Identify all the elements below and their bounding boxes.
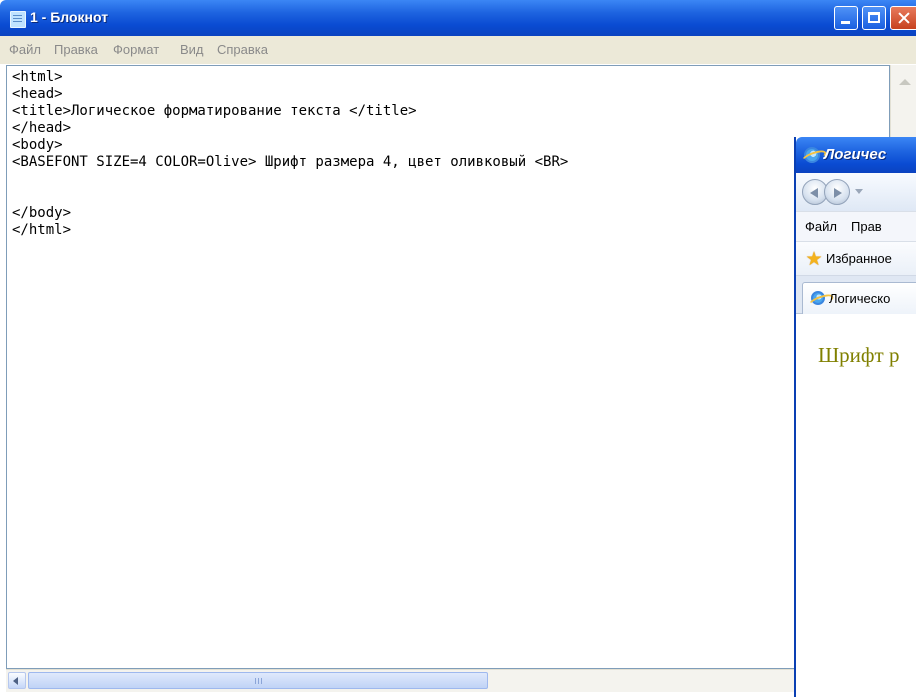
notepad-icon <box>10 11 26 28</box>
browser-window: Логичес Файл Прав ★ Избранное Логическо … <box>794 137 916 697</box>
browser-tab-label: Логическо <box>829 291 891 306</box>
menu-view[interactable]: Вид <box>180 42 204 57</box>
menu-help[interactable]: Справка <box>217 42 268 57</box>
maximize-button[interactable] <box>862 6 886 30</box>
browser-page-content: Шрифт р <box>796 314 916 697</box>
document-text[interactable]: <html> <head> <title>Логическое форматир… <box>12 69 568 239</box>
close-button[interactable] <box>890 6 916 30</box>
browser-menu-edit[interactable]: Прав <box>851 219 882 234</box>
window-title: 1 - Блокнот <box>30 9 109 25</box>
browser-tab-bar: Логическо <box>796 276 916 314</box>
browser-title-bar[interactable]: Логичес <box>796 137 916 173</box>
notepad-text-area[interactable]: <html> <head> <title>Логическое форматир… <box>6 65 890 669</box>
internet-explorer-icon <box>804 147 820 163</box>
menu-format[interactable]: Формат <box>113 42 159 57</box>
scroll-left-button[interactable] <box>8 672 26 689</box>
notepad-menu-bar: Файл Правка Формат Вид Справка <box>0 36 916 64</box>
horizontal-scrollbar[interactable] <box>6 669 794 692</box>
forward-button[interactable] <box>824 179 850 205</box>
chevron-down-icon[interactable] <box>855 189 863 194</box>
star-icon[interactable]: ★ <box>804 249 824 269</box>
browser-menu-file[interactable]: Файл <box>805 219 837 234</box>
favorites-button[interactable]: Избранное <box>826 251 892 266</box>
minimize-button[interactable] <box>834 6 858 30</box>
scroll-grip-icon <box>255 678 262 684</box>
page-favicon-icon <box>811 291 825 305</box>
scroll-up-icon[interactable] <box>899 79 911 85</box>
rendered-page-text: Шрифт р <box>818 343 900 367</box>
menu-edit[interactable]: Правка <box>54 42 98 57</box>
notepad-title-bar[interactable]: 1 - Блокнот <box>0 0 916 36</box>
browser-menu-bar: Файл Прав <box>796 211 916 242</box>
favorites-bar: ★ Избранное <box>796 242 916 276</box>
browser-window-title: Логичес <box>824 146 887 163</box>
browser-tab[interactable]: Логическо <box>802 282 916 314</box>
menu-file[interactable]: Файл <box>9 42 41 57</box>
horizontal-scroll-thumb[interactable] <box>28 672 488 689</box>
browser-navigation-bar <box>796 173 916 211</box>
